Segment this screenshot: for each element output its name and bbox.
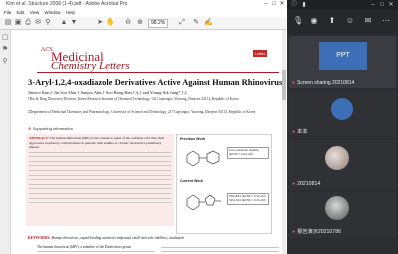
hand-tool-icon[interactable]: ✋: [106, 19, 115, 27]
participant-1-label: Screen sharing 20210814: [297, 80, 355, 86]
support-label: Supporting Information: [32, 126, 73, 131]
attachment-icon[interactable]: ⚲: [1, 58, 9, 66]
article-type-badge: Letter: [253, 50, 268, 57]
participant-name: ● Screen sharing 20210814: [292, 80, 354, 86]
select-tool-icon[interactable]: ➤: [96, 19, 104, 27]
document-page: ACS Medicinal Chemistry Letters Letter 3…: [11, 30, 286, 254]
bookmark-icon[interactable]: ⚑: [1, 46, 9, 54]
menu-bar: File Edit View Window Help: [0, 9, 286, 17]
participants-icon[interactable]: ☺: [345, 16, 355, 26]
keywords-text: Human rhinovirus, capsid-binding antivir…: [51, 236, 185, 240]
close-icon[interactable]: ✕: [387, 1, 395, 9]
scrollbar-thumb[interactable]: [282, 70, 286, 100]
next-page-icon[interactable]: ▼: [70, 19, 78, 27]
menu-view[interactable]: View: [30, 10, 40, 15]
menu-window[interactable]: Window: [45, 10, 61, 15]
signal-icon: ▮: [302, 2, 306, 8]
zoom-out-icon[interactable]: ⊖: [124, 19, 132, 27]
molecule-1: [186, 150, 220, 167]
meeting-top-bar: ⓘ ▮ – □ ✕: [287, 0, 398, 10]
mic-muted-icon: ●: [292, 229, 296, 235]
comment-icon[interactable]: ✎: [192, 19, 200, 27]
article-title: 3-Aryl-1,2,4-oxadiazole Derivatives Acti…: [28, 77, 283, 87]
close-button[interactable]: ✕: [278, 0, 286, 9]
toc-graphic: Previous Work Low metabolic stability (E…: [176, 134, 272, 234]
toolbar: ▤ ▣ ⎙ ✉ ⚲ ▲ ▼ ➤ ✋ ⊖ ⊕ 98.2% ⤢ ✎ ✍: [0, 17, 286, 30]
avatar: [331, 98, 353, 120]
supporting-information-link[interactable]: ⊕ Supporting Information: [28, 126, 73, 131]
zoom-level[interactable]: 98.2%: [148, 19, 169, 28]
mic-muted-icon: ●: [292, 181, 296, 187]
avatar: [325, 196, 349, 220]
body-column-left: The human rhinovirus (hRV), a member of …: [37, 245, 155, 254]
graphic-label-current: Current Work: [180, 179, 203, 183]
abstract-text: ABSTRACT: The human rhinovirus (hRV) is …: [29, 136, 171, 205]
participant-tile-4[interactable]: ● 报告演示20210786: [289, 192, 396, 238]
menu-help[interactable]: Help: [66, 10, 75, 15]
participant-2-label: 本本: [297, 129, 308, 135]
maximize-icon[interactable]: □: [378, 1, 386, 9]
participant-tile-1[interactable]: PPT ● Screen sharing 20210814: [289, 36, 396, 88]
window-title: Kim et al. Structure 2008 (1-4).pdf - Ad…: [6, 1, 128, 7]
mic-muted-icon: ●: [292, 80, 296, 86]
menu-edit[interactable]: Edit: [17, 10, 25, 15]
body-column-right: [161, 245, 279, 254]
print-icon[interactable]: ⎙: [24, 19, 32, 27]
participant-tile-2[interactable]: ● 本本: [289, 90, 396, 138]
zoom-in-icon[interactable]: ⊕: [136, 19, 144, 27]
mail-icon[interactable]: ✉: [34, 19, 42, 27]
participant-name: ● 报告演示20210786: [292, 228, 341, 235]
shared-slide: PPT: [319, 42, 367, 70]
participant-3-label: 20210814: [297, 181, 321, 187]
participant-name: ● 20210814: [292, 181, 320, 187]
graphic-box-2: hRV-B14 (EC50 = 0.32 μM) hRV-A21 (EC50 =…: [227, 193, 269, 205]
meeting-controls: 🎙 ◉ ⬆ ☺ ✉ ⋯: [287, 10, 398, 34]
save-icon[interactable]: ▣: [14, 19, 22, 27]
more-icon[interactable]: ⋯: [381, 16, 391, 26]
participant-name: ● 本本: [292, 128, 308, 135]
pages-icon[interactable]: ▢: [1, 34, 9, 42]
graphic-label-previous: Previous Work: [180, 137, 206, 141]
maximize-button[interactable]: □: [270, 0, 278, 9]
molecule-2: [186, 194, 221, 211]
participant-tile-3[interactable]: ● 20210814: [289, 140, 396, 190]
open-icon[interactable]: ▤: [4, 19, 12, 27]
keywords: KEYWORDS: Human rhinovirus, capsid-bindi…: [28, 236, 270, 240]
chat-icon[interactable]: ✉: [363, 16, 373, 26]
mic-icon[interactable]: 🎙: [293, 16, 303, 26]
article-authors: Jinwoo Kim,† Jin Soo Shin,† Sunjoo Ahn,†…: [28, 90, 187, 95]
prev-page-icon[interactable]: ▲: [60, 19, 68, 27]
keywords-label: KEYWORDS:: [28, 236, 51, 240]
pdf-title-bar: Kim et al. Structure 2008 (1-4).pdf - Ad…: [0, 0, 286, 9]
journal-sub: Chemistry Letters: [51, 60, 130, 72]
minimize-icon[interactable]: –: [369, 1, 377, 9]
search-icon[interactable]: ⚲: [44, 19, 52, 27]
abstract-label: ABSTRACT:: [29, 136, 49, 140]
header-rule: [37, 72, 279, 73]
fit-page-icon[interactable]: ⤢: [178, 19, 186, 27]
sign-icon[interactable]: ✍: [204, 19, 213, 27]
info-icon[interactable]: ⓘ: [290, 1, 298, 9]
camera-icon[interactable]: ◉: [309, 16, 319, 26]
abstract-start: The human rhinovirus (hRV) is the causat…: [29, 136, 165, 150]
meeting-panel: ⓘ ▮ – □ ✕ 🎙 ◉ ⬆ ☺ ✉ ⋯ PPT ● Screen sharin…: [287, 0, 398, 254]
avatar: [325, 146, 349, 170]
affiliation-1: †Bio & Drug Discovery Division, Korea Re…: [28, 97, 239, 101]
affiliation-2: ‡Department of Medicinal Chemistry and P…: [28, 110, 256, 114]
menu-file[interactable]: File: [4, 10, 11, 15]
participant-4-label: 报告演示20210786: [297, 229, 341, 235]
mic-muted-icon: ●: [292, 129, 296, 135]
navigation-pane: ▢ ⚑ ⚲: [0, 30, 11, 254]
vertical-scrollbar[interactable]: [282, 30, 286, 254]
share-screen-icon[interactable]: ⬆: [327, 16, 337, 26]
minimize-button[interactable]: –: [262, 0, 270, 9]
graphic-box-1: Low metabolic stability (EC50 = 0.02 μM): [227, 147, 269, 159]
